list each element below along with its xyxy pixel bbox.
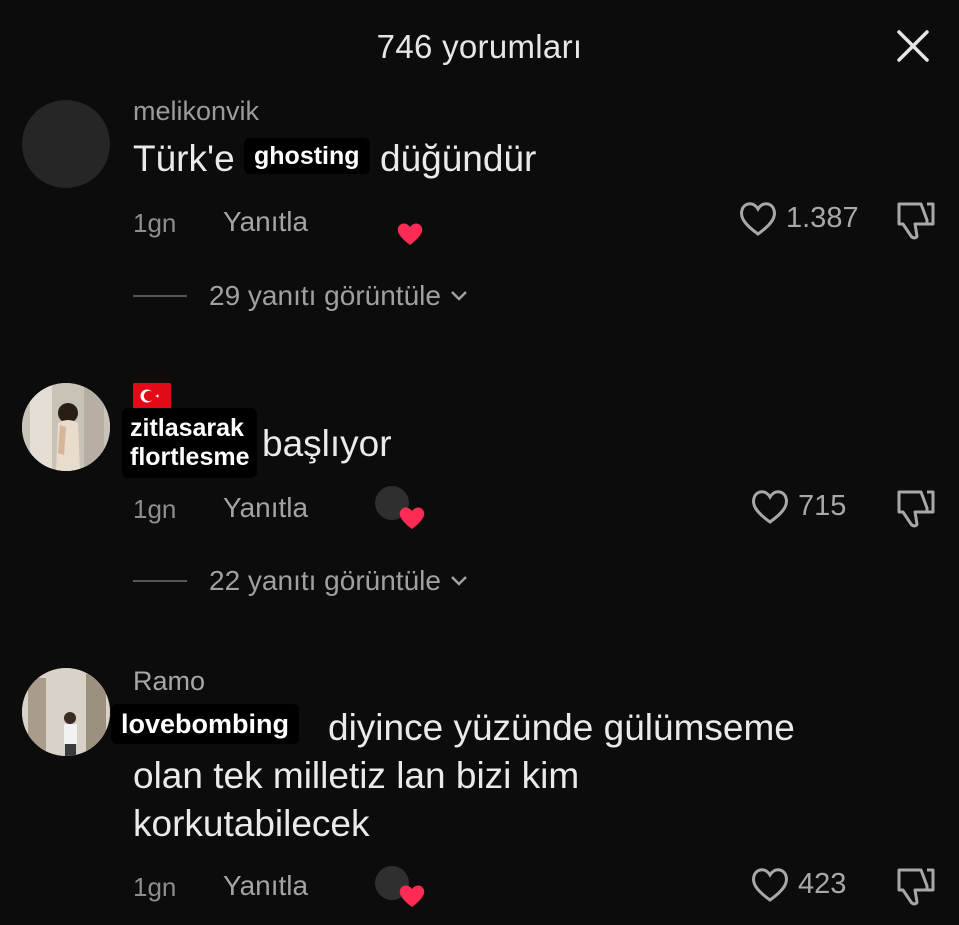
comment-time: 1gn [133,872,177,902]
heart-outline-icon [740,202,776,236]
comment-text: Türk'e [133,135,235,183]
like-count: 715 [798,489,847,522]
creator-liked-heart-icon [399,885,425,907]
sticker-label: zitlasarak flortlesme [122,408,258,478]
view-replies-button[interactable]: 22 yanıtı görüntüle [133,565,469,597]
comment-text-after: başlıyor [262,423,392,464]
sticker-label: lovebombing [111,704,299,744]
comment-text-line3: korkutabilecek [133,803,370,844]
close-button[interactable] [893,26,933,66]
avatar[interactable] [22,383,110,471]
heart-outline-icon [752,868,788,902]
creator-liked-heart-icon [399,507,425,529]
reply-button[interactable]: Yanıtla [223,870,308,902]
comment-username[interactable]: melikonvik [133,96,259,127]
reply-button[interactable]: Yanıtla [223,492,308,524]
like-count: 1.387 [786,201,859,234]
heart-outline-icon [752,490,788,524]
creator-liked-heart-icon [397,223,423,245]
avatar[interactable] [22,668,110,756]
dislike-icon[interactable] [891,198,939,242]
avatar[interactable] [22,100,110,188]
divider [133,580,187,582]
comment-text-before: Türk'e [133,138,235,179]
comment-text-after: düğündür [380,138,537,179]
comment-time: 1gn [133,208,177,238]
chevron-down-icon [451,291,467,301]
avatar-photo-icon [22,668,110,756]
view-replies-label: 22 yanıtı görüntüle [209,565,441,596]
turkey-flag-icon [133,383,171,409]
comment-text-line1: diyince yüzünde gülümseme [328,707,795,748]
comment-time: 1gn [133,494,177,524]
dislike-icon[interactable] [891,864,939,908]
comment-username[interactable]: Ramo [133,666,205,697]
comments-header-title: 746 yorumları [376,28,583,65]
reply-button[interactable]: Yanıtla [223,206,308,238]
like-button[interactable]: 423 [748,864,846,904]
like-button[interactable]: 715 [748,486,846,526]
sticker-label: ghosting [244,138,370,174]
comment-text-line2: olan tek milletiz lan bizi kim [133,755,580,796]
avatar-photo-icon [22,383,110,471]
like-count: 423 [798,867,847,900]
close-icon [897,30,929,62]
view-replies-label: 29 yanıtı görüntüle [209,280,441,311]
like-button[interactable]: 1.387 [736,198,859,238]
view-replies-button[interactable]: 29 yanıtı görüntüle [133,280,469,312]
chevron-down-icon [451,576,467,586]
dislike-icon[interactable] [891,486,939,530]
divider [133,295,187,297]
